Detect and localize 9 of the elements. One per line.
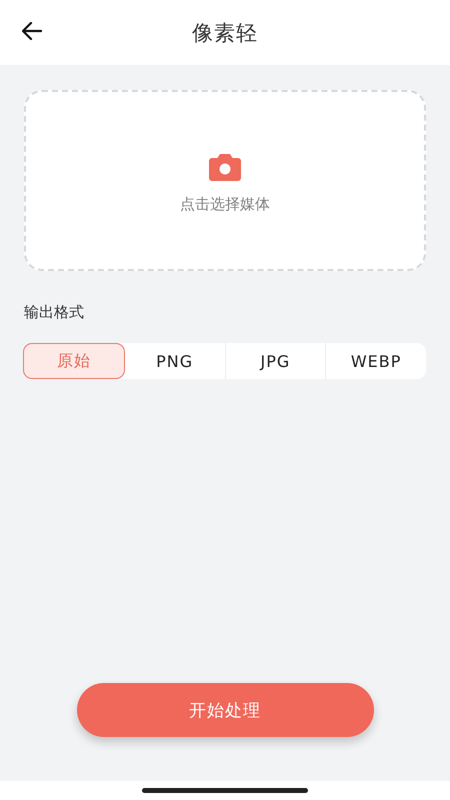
- camera-icon: [209, 153, 241, 181]
- format-option[interactable]: JPG: [224, 343, 326, 379]
- upload-hint: 点击选择媒体: [180, 195, 270, 214]
- page-title: 像素轻: [192, 20, 258, 46]
- format-option[interactable]: WEBP: [325, 343, 426, 379]
- section-label: 输出格式: [24, 303, 84, 322]
- format-option[interactable]: PNG: [124, 343, 224, 379]
- back-arrow-icon: [22, 22, 42, 40]
- media-upload-area[interactable]: 点击选择媒体: [24, 90, 426, 271]
